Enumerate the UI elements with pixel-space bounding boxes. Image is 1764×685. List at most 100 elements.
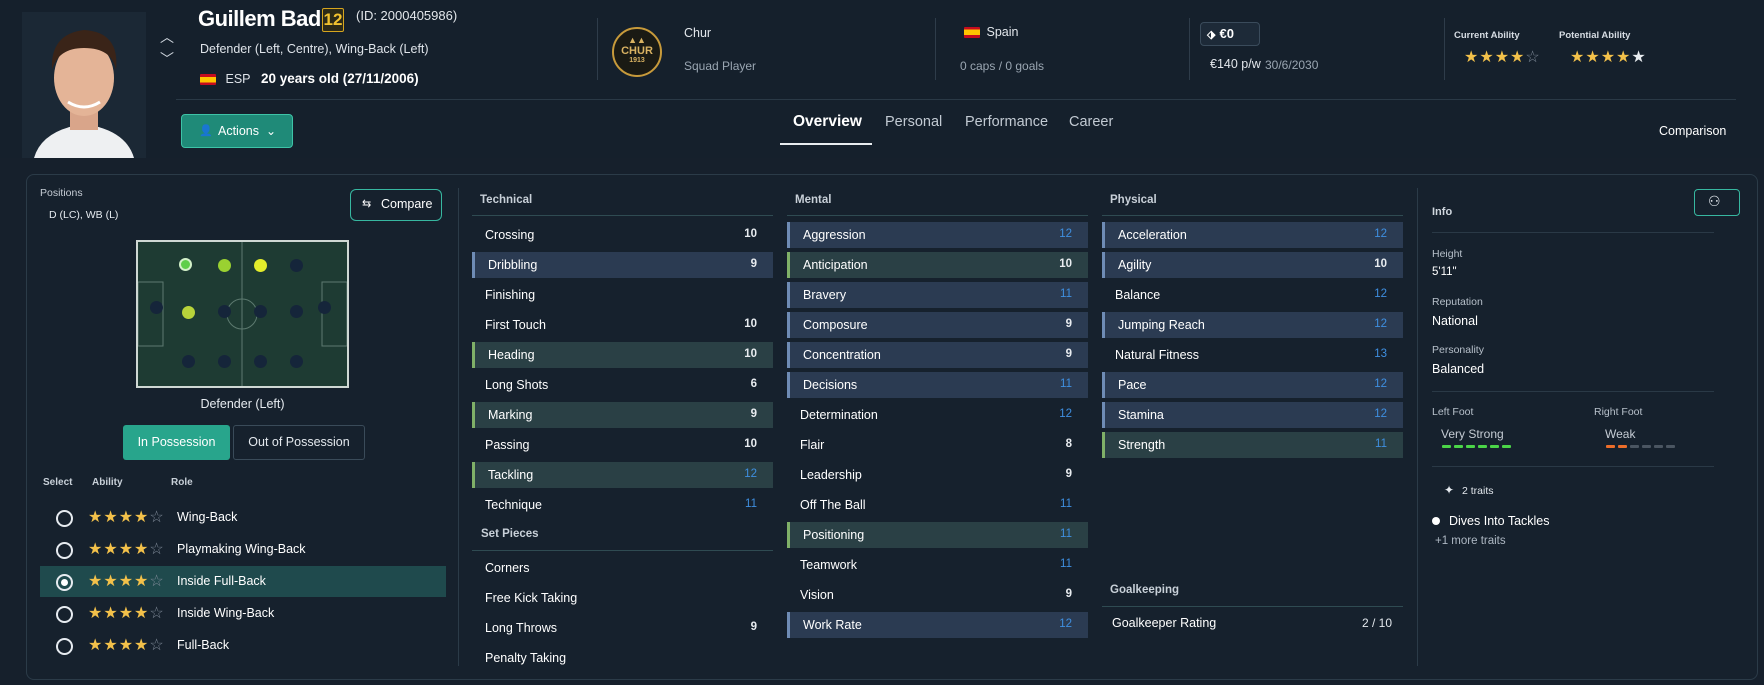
trait-bullet-icon xyxy=(1432,517,1440,525)
attribute-row[interactable]: Tackling 12 xyxy=(472,462,773,488)
role-radio[interactable] xyxy=(56,638,73,655)
role-row-full-back[interactable]: ★★★★☆ Full-Back xyxy=(40,630,446,661)
actions-button[interactable]: 👤 Actions ⌄ xyxy=(181,114,293,148)
foot-meter-segment xyxy=(1666,445,1675,448)
role-radio[interactable] xyxy=(56,606,73,623)
header-divider xyxy=(176,99,1736,100)
position-dot[interactable] xyxy=(318,301,331,314)
position-dot[interactable] xyxy=(218,355,231,368)
attribute-row[interactable]: Strength 11 xyxy=(1102,432,1403,458)
comparison-button[interactable]: Comparison xyxy=(1659,124,1726,138)
position-dot[interactable] xyxy=(150,301,163,314)
role-radio[interactable] xyxy=(56,510,73,527)
attribute-row[interactable]: Vision 9 xyxy=(787,582,1088,608)
more-traits-link[interactable]: +1 more traits xyxy=(1435,535,1506,547)
attribute-row[interactable]: Pace 12 xyxy=(1102,372,1403,398)
foot-meter-segment xyxy=(1454,445,1463,448)
attribute-row[interactable]: Anticipation 10 xyxy=(787,252,1088,278)
position-dot[interactable] xyxy=(254,355,267,368)
position-dot[interactable] xyxy=(254,305,267,318)
tab-personal[interactable]: Personal xyxy=(885,114,942,130)
attribute-row[interactable]: Marking 9 xyxy=(472,402,773,428)
attribute-value: 10 xyxy=(744,348,757,360)
attribute-row[interactable]: Agility 10 xyxy=(1102,252,1403,278)
divider xyxy=(1432,391,1714,392)
role-row-wing-back[interactable]: ★★★★☆ Wing-Back xyxy=(40,502,446,533)
attribute-value: 10 xyxy=(1059,258,1072,270)
value-amount: €0 xyxy=(1219,26,1234,41)
attribute-row[interactable]: Composure 9 xyxy=(787,312,1088,338)
attribute-row[interactable]: Balance 12 xyxy=(1102,282,1403,308)
attribute-value: 12 xyxy=(1059,228,1072,240)
role-row-playmaking-wing-back[interactable]: ★★★★☆ Playmaking Wing-Back xyxy=(40,534,446,565)
positions-title: Positions xyxy=(40,187,83,199)
position-dot-natural[interactable] xyxy=(179,258,192,271)
attribute-row[interactable]: Work Rate 12 xyxy=(787,612,1088,638)
attribute-row[interactable]: Natural Fitness 13 xyxy=(1102,342,1403,368)
personality-label: Personality xyxy=(1432,344,1484,356)
attribute-name: Concentration xyxy=(803,348,881,362)
compare-icon: ⇆ xyxy=(362,198,372,210)
attribute-row[interactable]: Positioning 11 xyxy=(787,522,1088,548)
attribute-row[interactable]: Long Throws 9 xyxy=(472,615,773,641)
attribute-row[interactable]: Bravery 11 xyxy=(787,282,1088,308)
attribute-row[interactable]: Jumping Reach 12 xyxy=(1102,312,1403,338)
foot-meter-segment xyxy=(1642,445,1651,448)
current-ability-stars: ★★★★☆ xyxy=(1464,49,1541,66)
attribute-row[interactable]: Aggression 12 xyxy=(787,222,1088,248)
position-dot[interactable] xyxy=(290,259,303,272)
attribute-row[interactable]: Determination 12 xyxy=(787,402,1088,428)
right-foot-label: Right Foot xyxy=(1594,406,1643,418)
in-possession-toggle[interactable]: In Possession xyxy=(123,425,230,460)
attribute-row[interactable]: Corners xyxy=(472,555,773,581)
attribute-row[interactable]: Dribbling 9 xyxy=(472,252,773,278)
position-pitch[interactable] xyxy=(136,240,349,388)
tab-performance[interactable]: Performance xyxy=(965,114,1048,130)
attribute-row[interactable]: Off The Ball 11 xyxy=(787,492,1088,518)
next-player-chevron-icon[interactable]: ﹀ xyxy=(160,52,174,66)
attribute-row[interactable]: Decisions 11 xyxy=(787,372,1088,398)
attribute-row[interactable]: Flair 8 xyxy=(787,432,1088,458)
position-dot-competent[interactable] xyxy=(254,259,267,272)
attribute-row[interactable]: Technique 11 xyxy=(472,492,773,518)
position-dot[interactable] xyxy=(218,305,231,318)
attribute-row[interactable]: Passing 10 xyxy=(472,432,773,458)
attribute-value: 11 xyxy=(1060,528,1072,540)
attribute-row[interactable]: Acceleration 12 xyxy=(1102,222,1403,248)
attribute-value: 11 xyxy=(1060,558,1072,570)
position-dot[interactable] xyxy=(290,305,303,318)
role-row-inside-wing-back[interactable]: ★★★★☆ Inside Wing-Back xyxy=(40,598,446,629)
attribute-name: Free Kick Taking xyxy=(485,591,578,605)
tab-career[interactable]: Career xyxy=(1069,114,1113,130)
attribute-row[interactable]: Free Kick Taking xyxy=(472,585,773,611)
attribute-row[interactable]: Teamwork 11 xyxy=(787,552,1088,578)
attribute-row[interactable]: Stamina 12 xyxy=(1102,402,1403,428)
position-dot-competent[interactable] xyxy=(182,306,195,319)
attribute-row[interactable]: First Touch 10 xyxy=(472,312,773,338)
club-badge-icon[interactable]: ▲▲ CHUR 1913 xyxy=(612,27,662,77)
position-dot[interactable] xyxy=(182,355,195,368)
attribute-row[interactable]: Crossing 10 xyxy=(472,222,773,248)
attribute-row[interactable]: Leadership 9 xyxy=(787,462,1088,488)
position-dot[interactable] xyxy=(290,355,303,368)
section-divider xyxy=(1102,215,1403,216)
tab-overview[interactable]: Overview xyxy=(793,113,862,131)
role-row-inside-full-back[interactable]: ★★★★☆ Inside Full-Back xyxy=(40,566,446,597)
attribute-row[interactable]: Heading 10 xyxy=(472,342,773,368)
role-radio-selected[interactable] xyxy=(56,574,73,591)
nation-code: ESP xyxy=(225,72,251,86)
trait-name[interactable]: Dives Into Tackles xyxy=(1449,514,1550,528)
attribute-row[interactable]: Concentration 9 xyxy=(787,342,1088,368)
nation-link[interactable]: Spain xyxy=(964,25,1018,39)
role-radio[interactable] xyxy=(56,542,73,559)
staff-report-button[interactable]: ⚇ xyxy=(1694,189,1740,216)
attribute-row[interactable]: Penalty Taking xyxy=(472,645,773,671)
club-name[interactable]: Chur xyxy=(684,26,711,40)
attribute-row[interactable]: Finishing xyxy=(472,282,773,308)
attribute-value: 8 xyxy=(1065,438,1072,450)
position-dot-accomplished[interactable] xyxy=(218,259,231,272)
compare-button[interactable]: ⇆ Compare xyxy=(350,189,442,221)
out-of-possession-toggle[interactable]: Out of Possession xyxy=(233,425,365,460)
previous-player-chevron-icon[interactable]: ︿ xyxy=(160,30,174,44)
attribute-row[interactable]: Long Shots 6 xyxy=(472,372,773,398)
